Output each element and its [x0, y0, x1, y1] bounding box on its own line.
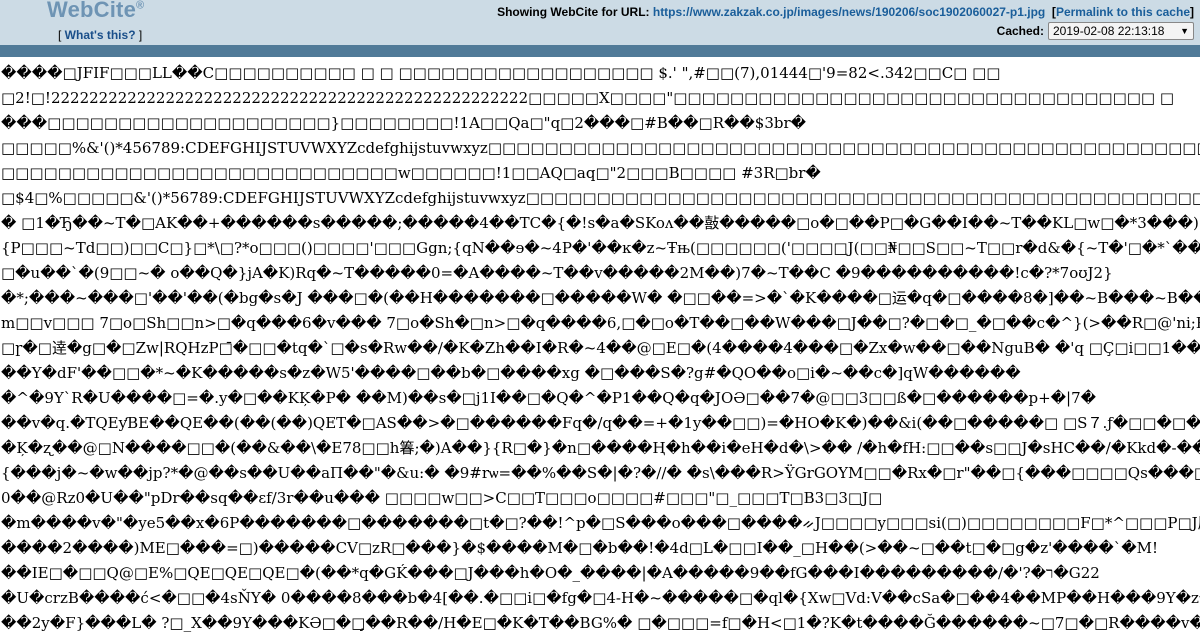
binary-text-line: ��IE□�□□Q@□E%□QE□QE□QE□�(��*q�GḰ���□J���…	[1, 564, 1100, 582]
whats-this-link[interactable]: What's this?	[65, 28, 136, 42]
cached-date-select[interactable]: 2019-02-08 22:13:18 ▼	[1048, 22, 1194, 40]
binary-text-line: ���□□□□□□□□□□□□□□□□□□□□}□□□□□□□□!1A□□Qa□…	[1, 114, 807, 132]
cached-content: ����□JFIF□□□LL��C□□□□□□□□□□ □ □ □□□□□□□□…	[0, 61, 1200, 636]
registered-mark: ®	[136, 0, 145, 12]
binary-text-line: □$4□%□□□□□&'()*56789:CDEFGHIJSTUVWXYZcde…	[1, 189, 1200, 207]
binary-text-line: �*;���~���□'��'��(�bg�s�J ���□�(��H�����…	[1, 289, 1200, 307]
url-info: Showing WebCite for URL: https://www.zak…	[497, 5, 1194, 19]
binary-text-line: □ɼ�□逹�g□�□Zw|RQHzP□̄�□□�tq�`□�s�Rw��/�K�…	[1, 339, 1200, 357]
binary-text-line: � □1�Ђ��~T�□AK��+������s�����;�����4��TC…	[1, 214, 1199, 232]
showing-label: Showing WebCite for URL:	[497, 5, 653, 19]
header-divider-bar	[0, 45, 1200, 57]
cached-label: Cached:	[996, 24, 1044, 38]
logo-text[interactable]: WebCite	[47, 0, 136, 22]
binary-text-line: 0��@Rz0�U��"pDr��sq��ɛf/3r��u��� □□□□w□□…	[1, 489, 883, 507]
whats-this-close: ]	[135, 28, 143, 42]
cached-row: Cached: 2019-02-08 22:13:18 ▼	[997, 22, 1194, 40]
webcite-logo[interactable]: WebCite®	[47, 0, 144, 23]
webcite-header: WebCite® [ What's this? ] Showing WebCit…	[0, 0, 1200, 45]
binary-text-line: ��Y�dF'��□□�*~�K�����s�z�W5'����□��b�□��…	[1, 364, 1021, 382]
binary-text-line: ����2����)ME□���=□)�����CV□zR□���}�$����…	[1, 539, 1159, 557]
binary-text-line: ��2y�F}���L� ?□_X��9Y���KƏ□�□̧��R��/H�E□…	[1, 614, 1200, 632]
binary-text-line: □�u��`�(9□□~� o��Q�}jA�K)Rq�~T�����0=�A�…	[1, 264, 1113, 282]
binary-text-line: {���j�~�w��jp?*�@��s��U��aΠ��"�&u:� �9#r…	[1, 464, 1200, 482]
permalink-link[interactable]: Permalink to this cache	[1056, 5, 1190, 19]
whats-this: [ What's this? ]	[58, 28, 142, 42]
binary-text-line: □2!□!22222222222222222222222222222222222…	[1, 89, 1175, 107]
binary-text-line: �m����v�"�ye5��x�6P�������□�������□t�□?�…	[1, 514, 1200, 532]
binary-text-line: m□□v□□□ 7□o□Sh□□n>□�q���6�v��� 7□o�Sh�□n…	[1, 314, 1200, 332]
binary-text-line: □□□□□□□□□□□□□□□□□□□□□□□□□□□□w□□□□□□!1□□A…	[1, 164, 821, 182]
permalink-open: [	[1045, 5, 1056, 19]
binary-text-line: �Ķ�ʐ��@□N����□□�(��&��\�E78□□h箺;�)A��}{R…	[1, 439, 1200, 457]
cached-date-value: 2019-02-08 22:13:18	[1053, 24, 1165, 38]
binary-text-line: □□□□□%&'()*456789:CDEFGHIJSTUVWXYZcdefgh…	[1, 139, 1200, 157]
binary-text-line: ����□JFIF□□□LL��C□□□□□□□□□□ □ □ □□□□□□□□…	[1, 64, 1001, 82]
binary-text-line: {P□□□~Td□□)□□C□}□*\□?*o□□□()□□□□'□□□Gցn;…	[1, 239, 1200, 257]
binary-text-line: ��v�q.�TQEyƁE��QE��(��(��)QET�□AS��>�□��…	[1, 414, 1200, 432]
binary-text-line: �^�9Y`R�U����□=�.y�□��KĶ�P� ��M)��s�□j1I…	[1, 389, 1097, 407]
permalink-close: ]	[1190, 5, 1194, 19]
binary-text-line: �U�crzB����ć<�□□�4sŇY� 0����8���b�4[��.�…	[1, 589, 1200, 607]
cited-url-link[interactable]: https://www.zakzak.co.jp/images/news/190…	[653, 5, 1045, 19]
dropdown-arrow-icon: ▼	[1180, 26, 1189, 36]
whats-this-open: [	[58, 28, 65, 42]
